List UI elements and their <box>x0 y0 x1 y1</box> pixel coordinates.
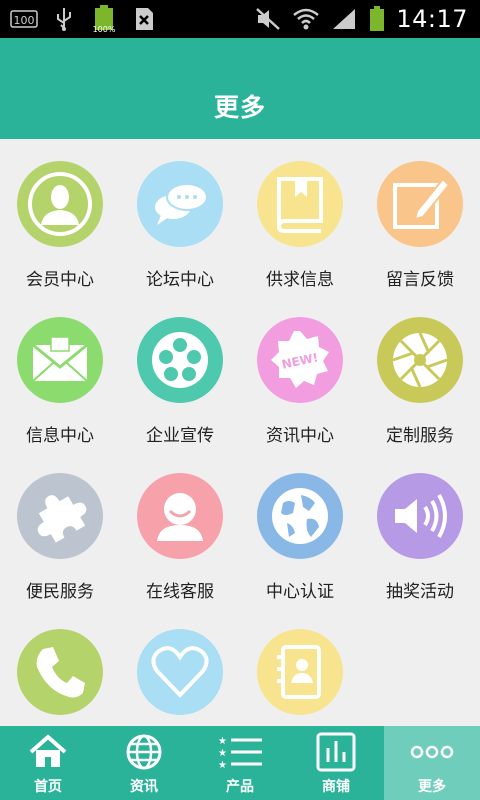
list-icon: ★ ★ ★ <box>218 732 262 772</box>
grid-item-convenience-service[interactable]: 便民服务 <box>0 451 120 607</box>
tab-products[interactable]: ★ ★ ★ 产品 <box>192 726 288 800</box>
phone-icon <box>17 629 103 715</box>
grid-item-forum-center[interactable]: 论坛中心 <box>120 139 240 295</box>
tab-home[interactable]: 首页 <box>0 726 96 800</box>
tab-news[interactable]: 资讯 <box>96 726 192 800</box>
chat-bubbles-icon <box>137 161 223 247</box>
grid-item-label: 便民服务 <box>26 582 94 602</box>
grid-item-label: 资讯中心 <box>266 426 334 446</box>
support-person-icon <box>137 473 223 559</box>
bottom-tab-bar: 首页 资讯 ★ ★ ★ 产品 商铺 更多 <box>0 726 480 800</box>
grid-item-label: 留言反馈 <box>386 270 454 290</box>
chart-icon <box>314 732 358 772</box>
book-icon <box>257 161 343 247</box>
grid-item-supply-demand[interactable]: 供求信息 <box>240 139 360 295</box>
battery-icon <box>368 6 386 32</box>
grid-item-phone[interactable] <box>0 607 120 726</box>
tab-label: 商铺 <box>322 779 350 795</box>
speaker-icon <box>377 473 463 559</box>
page-header: 更多 <box>0 38 480 139</box>
grid-item-label: 信息中心 <box>26 426 94 446</box>
status-bar: 100 100% 14:17 <box>0 0 480 38</box>
tab-shops[interactable]: 商铺 <box>288 726 384 800</box>
sim-icon <box>130 6 158 32</box>
grid-item-label: 会员中心 <box>26 270 94 290</box>
mute-icon <box>254 6 282 32</box>
grid-item-label: 中心认证 <box>266 582 334 602</box>
more-icon <box>410 732 454 772</box>
tab-label: 更多 <box>418 779 446 795</box>
grid-item-label: 定制服务 <box>386 426 454 446</box>
grid-item-member-center[interactable]: 会员中心 <box>0 139 120 295</box>
new-badge-icon: NEW! <box>257 317 343 403</box>
aperture-icon <box>377 317 463 403</box>
feature-grid: 会员中心 论坛中心 供求信息 留言反馈 信息中心 企业宣传 NEW! 资讯中心 … <box>0 139 480 726</box>
tab-label: 资讯 <box>130 779 158 795</box>
tab-more[interactable]: 更多 <box>384 726 480 800</box>
globe-icon <box>122 732 166 772</box>
grid-item-label: 抽奖活动 <box>386 582 454 602</box>
home-icon <box>26 732 70 772</box>
status-bar-left: 100 100% <box>10 5 158 34</box>
storage-icon: 100 <box>10 6 38 32</box>
edit-note-icon <box>377 161 463 247</box>
svg-text:★: ★ <box>218 736 227 747</box>
signal-icon <box>330 6 358 32</box>
battery-percent-label: 100% <box>93 25 116 34</box>
grid-item-lottery-event[interactable]: 抽奖活动 <box>360 451 480 607</box>
usb-icon <box>50 6 78 32</box>
wifi-icon <box>292 6 320 32</box>
grid-item-certification-center[interactable]: 中心认证 <box>240 451 360 607</box>
member-avatar-icon <box>17 161 103 247</box>
svg-text:★: ★ <box>218 748 227 759</box>
grid-item-label: 企业宣传 <box>146 426 214 446</box>
contacts-icon <box>257 629 343 715</box>
puzzle-icon <box>17 473 103 559</box>
grid-item-feedback[interactable]: 留言反馈 <box>360 139 480 295</box>
tab-label: 产品 <box>226 779 254 795</box>
grid-item-favorites[interactable] <box>120 607 240 726</box>
grid-item-label: 在线客服 <box>146 582 214 602</box>
grid-item-label: 论坛中心 <box>146 270 214 290</box>
status-bar-right: 14:17 <box>254 0 468 38</box>
svg-text:★: ★ <box>218 760 227 770</box>
grid-item-news-center[interactable]: NEW! 资讯中心 <box>240 295 360 451</box>
heart-icon <box>137 629 223 715</box>
globe-icon <box>257 473 343 559</box>
grid-item-custom-service[interactable]: 定制服务 <box>360 295 480 451</box>
envelope-icon <box>17 317 103 403</box>
film-reel-icon <box>137 317 223 403</box>
grid-item-label: 供求信息 <box>266 270 334 290</box>
grid-item-info-center[interactable]: 信息中心 <box>0 295 120 451</box>
battery-charging-icon: 100% <box>90 5 118 34</box>
storage-label: 100 <box>14 14 35 27</box>
grid-item-contacts[interactable] <box>240 607 360 726</box>
tab-label: 首页 <box>34 779 62 795</box>
clock: 14:17 <box>396 5 468 33</box>
grid-item-corporate-promo[interactable]: 企业宣传 <box>120 295 240 451</box>
grid-item-online-support[interactable]: 在线客服 <box>120 451 240 607</box>
page-title: 更多 <box>213 93 266 122</box>
